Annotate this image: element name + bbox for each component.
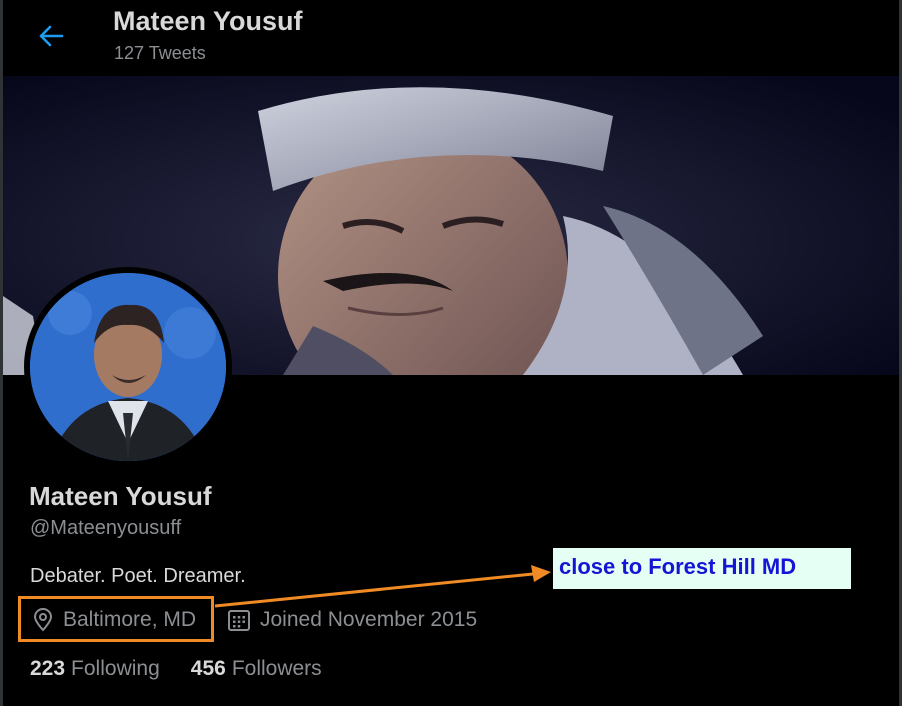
profile-joined-date: Joined November 2015 (227, 608, 477, 632)
tweet-count: 127 Tweets (114, 43, 206, 63)
back-arrow-icon (39, 25, 64, 47)
location-pin-icon (33, 608, 53, 632)
profile-handle: @Mateenyousuff (30, 517, 182, 539)
avatar[interactable] (30, 273, 226, 461)
header-title: Mateen Yousuf (113, 6, 303, 36)
followers-link[interactable]: 456 Followers (191, 657, 322, 681)
profile-header: Mateen Yousuf 127 Tweets (3, 0, 899, 76)
profile-bio: Debater. Poet. Dreamer. (30, 565, 246, 587)
annotation-note: close to Forest Hill MD (553, 548, 851, 589)
location-text: Baltimore, MD (63, 608, 197, 631)
follow-stats: 223 Following 456 Followers (30, 657, 353, 681)
following-label: Following (71, 657, 160, 680)
calendar-icon (228, 610, 250, 631)
followers-count: 456 (190, 657, 226, 680)
profile-location: Baltimore, MD (32, 608, 196, 632)
back-button[interactable] (33, 18, 69, 54)
following-count: 223 (30, 657, 66, 680)
profile-name: Mateen Yousuf (29, 481, 212, 511)
followers-label: Followers (231, 657, 322, 680)
profile-page: Mateen Yousuf 127 Tweets Mateen Yousuf @… (0, 0, 902, 706)
joined-text: Joined November 2015 (260, 608, 478, 631)
following-link[interactable]: 223 Following (30, 657, 160, 681)
